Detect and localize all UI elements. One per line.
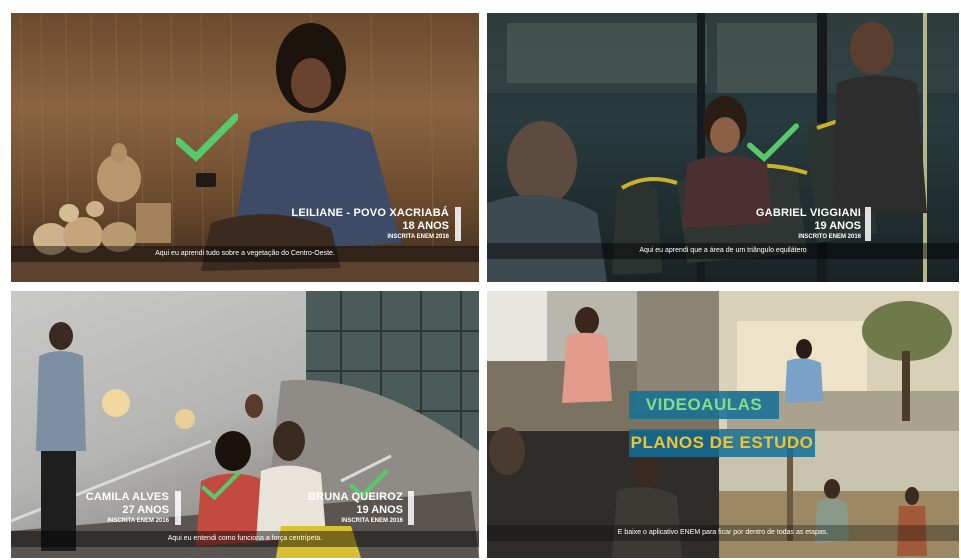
- subtitle-bar: Aqui eu aprendi tudo sobre a vegetação d…: [11, 246, 479, 262]
- checkmark-icon: [747, 123, 799, 163]
- subtitle: Aqui eu aprendi que a área de um triângu…: [639, 247, 807, 254]
- student-tag: INSCRITO ENEM 2016: [798, 234, 861, 240]
- video-still-leiliane: LEILIANE - POVO XACRIABÁ 18 ANOS INSCRIT…: [11, 13, 479, 282]
- subtitle-bar: E baixe o aplicativo ENEM para ficar por…: [487, 525, 959, 541]
- checkmark-icon: [176, 113, 238, 162]
- scene-hut-background: [11, 13, 479, 282]
- name-card-bar: [865, 207, 871, 241]
- student-tag: INSCRITA ENEM 2016: [387, 234, 449, 240]
- checkmark-icon: [201, 471, 241, 501]
- student-age: 18 ANOS: [402, 220, 449, 232]
- name-card: LEILIANE - POVO XACRIABÁ 18 ANOS INSCRIT…: [189, 207, 449, 241]
- student-age: 27 ANOS: [122, 504, 169, 516]
- student-name: GABRIEL VIGGIANI: [755, 207, 861, 219]
- student-name: LEILIANE - POVO XACRIABÁ: [291, 207, 449, 219]
- student-age: 19 ANOS: [814, 220, 861, 232]
- video-still-app-promo: VIDEOAULAS PLANOS DE ESTUDO E baixe o ap…: [487, 291, 959, 558]
- name-card: GABRIEL VIGGIANI 19 ANOS INSCRITO ENEM 2…: [661, 207, 861, 241]
- video-still-gabriel: GABRIEL VIGGIANI 19 ANOS INSCRITO ENEM 2…: [487, 13, 959, 282]
- student-tag: INSCRITA ENEM 2016: [107, 518, 169, 524]
- scene-bus-background: [487, 13, 959, 282]
- name-card-bar: [175, 491, 181, 525]
- scene-collage-background: [487, 291, 959, 558]
- subtitle: E baixe o aplicativo ENEM para ficar por…: [617, 529, 829, 536]
- name-card-bar: [408, 491, 414, 525]
- student-name: CAMILA ALVES: [85, 491, 169, 503]
- subtitle: Aqui eu aprendi tudo sobre a vegetação d…: [155, 250, 335, 257]
- name-card-right: BRUNA QUEIROZ 19 ANOS INSCRITA ENEM 2016: [263, 491, 403, 525]
- name-card-left: CAMILA ALVES 27 ANOS INSCRITA ENEM 2016: [29, 491, 169, 525]
- student-age: 19 ANOS: [356, 504, 403, 516]
- student-name: BRUNA QUEIROZ: [307, 491, 403, 503]
- promo-planos-de-estudo: PLANOS DE ESTUDO: [630, 433, 814, 452]
- promo-videoaulas: VIDEOAULAS: [645, 395, 763, 414]
- subtitle-bar: Aqui eu aprendi que a área de um triângu…: [487, 243, 959, 259]
- subtitle-bar: Aqui eu entendi como funciona a força ce…: [11, 531, 479, 547]
- video-still-camila-bruna: CAMILA ALVES 27 ANOS INSCRITA ENEM 2016 …: [11, 291, 479, 558]
- name-card-bar: [455, 207, 461, 241]
- subtitle: Aqui eu entendi como funciona a força ce…: [167, 535, 323, 542]
- student-tag: INSCRITA ENEM 2016: [341, 518, 403, 524]
